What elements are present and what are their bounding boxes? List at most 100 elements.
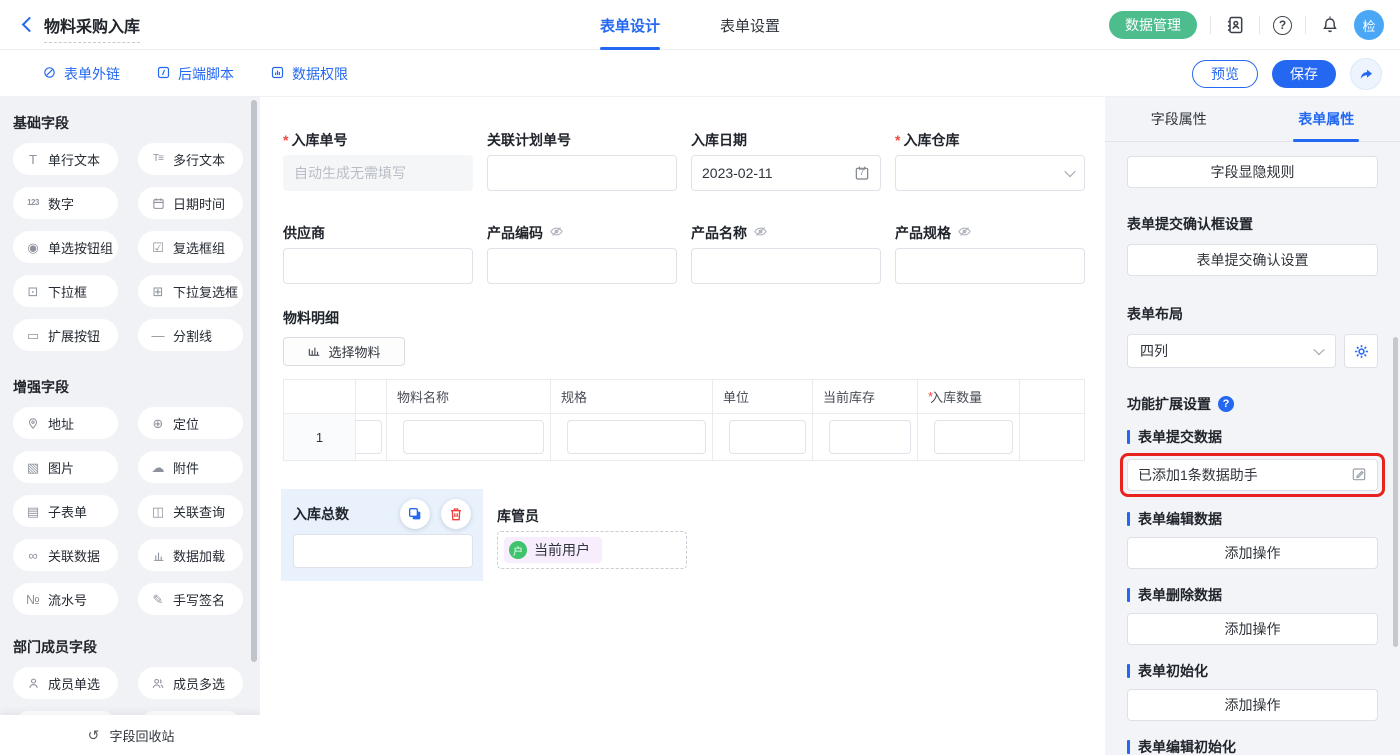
data-manage-button[interactable]: 数据管理	[1109, 11, 1197, 39]
product-name-input[interactable]	[691, 248, 881, 284]
help-icon[interactable]: ?	[1218, 396, 1234, 412]
field-recycle-bin[interactable]: ↺ 字段回收站	[0, 715, 260, 755]
warehouse-select[interactable]	[895, 155, 1085, 191]
notification-bell-icon[interactable]	[1319, 14, 1341, 36]
palette-item-serial-number[interactable]: №流水号	[13, 583, 118, 615]
tab-field-properties[interactable]: 字段属性	[1105, 97, 1253, 141]
copy-icon	[407, 506, 423, 522]
external-link-item[interactable]: 表单外链	[42, 64, 120, 84]
layout-settings-button[interactable]	[1344, 334, 1378, 368]
palette-item-attachment[interactable]: ☁附件	[138, 451, 243, 483]
save-button[interactable]: 保存	[1272, 60, 1336, 88]
field-warehouse[interactable]: *入库仓库	[895, 130, 1085, 191]
palette-item-subform[interactable]: ▤子表单	[13, 495, 118, 527]
clipped-cell-input[interactable]	[356, 420, 382, 454]
palette-item-dropdown[interactable]: ⊡下拉框	[13, 275, 118, 307]
help-icon[interactable]: ?	[1273, 16, 1292, 35]
target-icon: ⊕	[150, 417, 166, 430]
date-input[interactable]: 2023-02-11 7	[691, 155, 881, 191]
sidebar-scrollbar[interactable]	[251, 100, 257, 662]
supplier-input[interactable]	[283, 248, 473, 284]
palette-item-member-multi[interactable]: 成员多选	[138, 667, 243, 699]
data-assistant-button[interactable]: 已添加1条数据助手	[1127, 459, 1378, 491]
back-icon[interactable]	[20, 17, 36, 33]
share-button[interactable]	[1350, 58, 1382, 90]
field-plan-no[interactable]: 关联计划单号	[487, 130, 677, 191]
spec-input[interactable]	[567, 420, 706, 454]
add-action-button-form-init[interactable]: 添加操作	[1127, 689, 1378, 721]
select-material-button[interactable]: 选择物料	[283, 337, 405, 366]
palette-item-number[interactable]: 123数字	[13, 187, 118, 219]
edit-icon[interactable]	[1351, 466, 1367, 485]
palette-item-divider[interactable]: ―分割线	[138, 319, 243, 351]
field-inbound-no[interactable]: *入库单号	[283, 130, 473, 191]
product-spec-input[interactable]	[895, 248, 1085, 284]
tab-form-properties[interactable]: 表单属性	[1253, 97, 1400, 141]
field-warehouse-keeper[interactable]: 库管员 户 当前用户	[497, 489, 687, 581]
user-avatar[interactable]: 检	[1354, 10, 1384, 40]
form-title[interactable]: 物料采购入库	[44, 13, 140, 43]
field-visibility-rules-button[interactable]: 字段显隐规则	[1127, 156, 1378, 188]
palette-item-location[interactable]: ⊕定位	[138, 407, 243, 439]
add-action-button-edit-data[interactable]: 添加操作	[1127, 537, 1378, 569]
palette-item-datetime[interactable]: 日期时间	[138, 187, 243, 219]
palette-item-data-load[interactable]: 数据加载	[138, 539, 243, 571]
copy-field-button[interactable]	[400, 499, 430, 529]
contacts-book-icon[interactable]	[1224, 14, 1246, 36]
backend-script-item[interactable]: 后端脚本	[156, 64, 234, 84]
tab-form-settings[interactable]: 表单设置	[720, 0, 780, 50]
total-qty-input[interactable]	[293, 534, 473, 568]
divider	[1259, 16, 1260, 34]
field-palette-sidebar: 基础字段 T单行文本 T≡多行文本 123数字 日期时间 ◉单选按钮组 ☑复选框…	[0, 97, 260, 755]
divider	[1305, 16, 1306, 34]
col-header-current-stock: 当前库存	[813, 380, 918, 413]
palette-item-multi-line-text[interactable]: T≡多行文本	[138, 143, 243, 175]
field-supplier[interactable]: 供应商	[283, 223, 473, 284]
linked-query-icon: ◫	[150, 505, 166, 518]
multi-dropdown-icon: ⊞	[150, 285, 166, 298]
calendar-icon: 7	[854, 165, 870, 181]
inbound-qty-input[interactable]	[934, 420, 1013, 454]
group-title-edit-init: 表单编辑初始化	[1127, 737, 1378, 755]
panel-scrollbar[interactable]	[1393, 337, 1398, 647]
palette-item-linked-query[interactable]: ◫关联查询	[138, 495, 243, 527]
palette-item-multi-dropdown[interactable]: ⊞下拉复选框	[138, 275, 243, 307]
field-product-code[interactable]: 产品编码	[487, 223, 677, 284]
divider	[1210, 16, 1211, 34]
calendar-icon	[150, 197, 166, 210]
layout-select[interactable]: 四列	[1127, 334, 1336, 368]
section-marker	[1127, 430, 1130, 444]
field-product-spec[interactable]: 产品规格	[895, 223, 1085, 284]
tab-form-design[interactable]: 表单设计	[600, 0, 660, 50]
current-user-tag[interactable]: 户 当前用户	[504, 537, 602, 563]
product-code-input[interactable]	[487, 248, 677, 284]
field-product-name[interactable]: 产品名称	[691, 223, 881, 284]
inbound-no-input[interactable]	[283, 155, 473, 191]
palette-item-extend-button[interactable]: ▭扩展按钮	[13, 319, 118, 351]
palette-item-image[interactable]: ▧图片	[13, 451, 118, 483]
palette-item-address[interactable]: 地址	[13, 407, 118, 439]
data-permission-item[interactable]: 数据权限	[270, 64, 348, 84]
palette-item-linked-data[interactable]: ∞关联数据	[13, 539, 118, 571]
selected-field-total[interactable]: 入库总数	[281, 489, 483, 581]
serial-number-icon: №	[25, 593, 41, 606]
map-pin-icon	[25, 417, 41, 430]
current-stock-input[interactable]	[829, 420, 911, 454]
delete-field-button[interactable]	[441, 499, 471, 529]
submit-confirm-settings-button[interactable]: 表单提交确认设置	[1127, 244, 1378, 276]
palette-item-single-line-text[interactable]: T单行文本	[13, 143, 118, 175]
basic-fields-grid: T单行文本 T≡多行文本 123数字 日期时间 ◉单选按钮组 ☑复选框组 ⊡下拉…	[13, 143, 243, 351]
member-value-box[interactable]: 户 当前用户	[497, 531, 687, 569]
unit-input[interactable]	[729, 420, 806, 454]
plan-no-input[interactable]	[487, 155, 677, 191]
material-name-input[interactable]	[403, 420, 544, 454]
toolbar-links: 表单外链 后端脚本 数据权限	[42, 50, 348, 97]
palette-item-member-single[interactable]: 成员单选	[13, 667, 118, 699]
palette-item-signature[interactable]: ✎手写签名	[138, 583, 243, 615]
palette-item-checkbox-group[interactable]: ☑复选框组	[138, 231, 243, 263]
palette-item-radio-group[interactable]: ◉单选按钮组	[13, 231, 118, 263]
add-action-button-delete-data[interactable]: 添加操作	[1127, 613, 1378, 645]
inbound-qty-cell	[918, 414, 1020, 460]
field-inbound-date[interactable]: 入库日期 2023-02-11 7	[691, 130, 881, 191]
preview-button[interactable]: 预览	[1192, 60, 1258, 88]
